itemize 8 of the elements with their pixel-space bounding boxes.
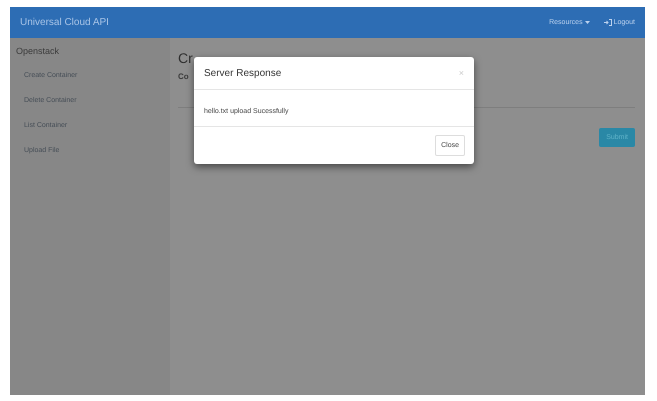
sign-out-icon xyxy=(604,19,612,26)
sidebar-title: Openstack xyxy=(15,46,60,58)
dialog-title: Server Response xyxy=(204,68,282,78)
close-button[interactable]: × xyxy=(458,68,464,78)
page-heading: Cr xyxy=(178,50,193,66)
brand-title: Universal Cloud API xyxy=(20,17,109,28)
caret-icon xyxy=(584,20,590,24)
field-label: Co xyxy=(178,72,189,81)
